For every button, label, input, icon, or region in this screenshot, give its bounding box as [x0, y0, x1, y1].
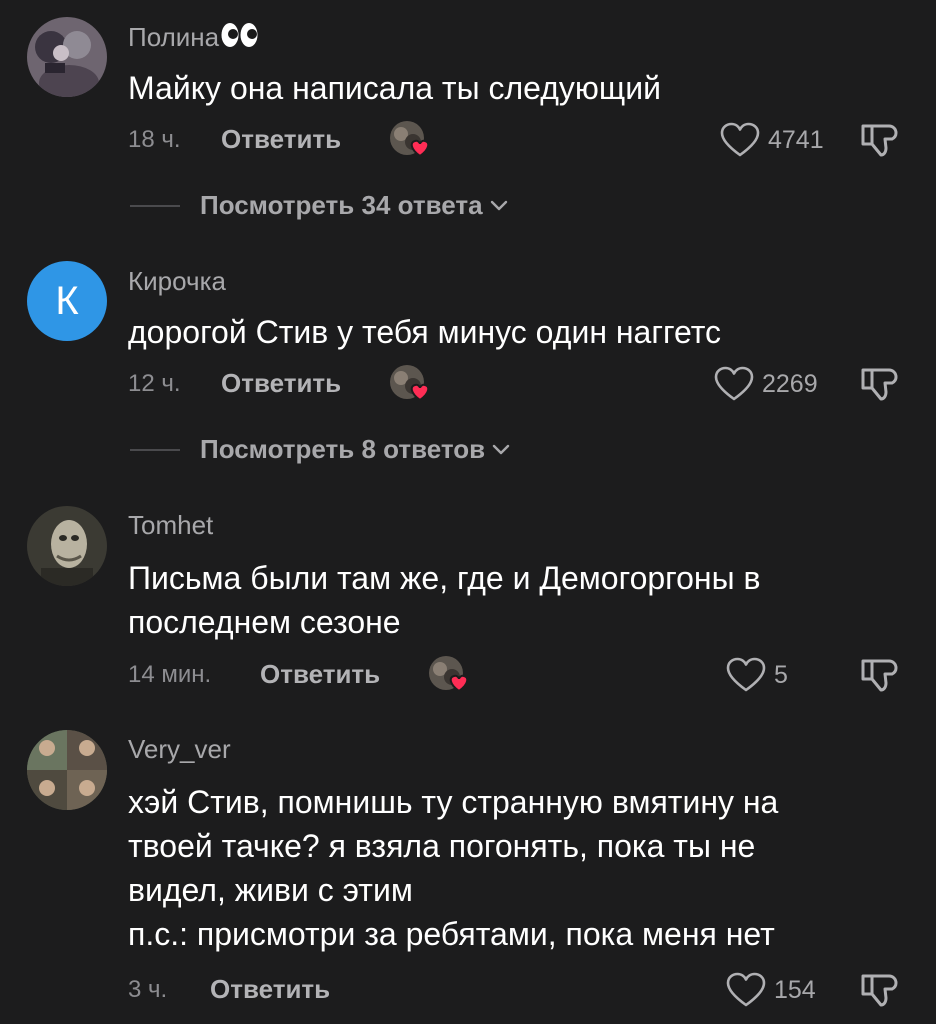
comment-username[interactable]: Полина [128, 22, 259, 55]
like-count: 5 [774, 660, 788, 689]
comment-username[interactable]: Very_ver [128, 734, 231, 765]
comment-username[interactable]: Кирочка [128, 266, 226, 297]
comment-text: хэй Стив, помнишь ту странную вмятину на… [128, 784, 779, 952]
view-replies-button[interactable]: Посмотреть 34 ответа [130, 190, 509, 221]
heart-outline-icon [714, 366, 754, 401]
comment-timestamp: 14 мин. [128, 661, 212, 688]
creator-liked-icon [388, 364, 434, 404]
user-avatar[interactable]: К [27, 261, 107, 341]
thumbs-down-icon [861, 974, 898, 1007]
thumbs-down-icon [861, 124, 898, 157]
like-button[interactable]: 2269 [714, 364, 818, 404]
dislike-button[interactable] [858, 655, 902, 695]
eyes-emoji-icon [221, 22, 259, 55]
heart-outline-icon [720, 122, 760, 157]
like-count: 4741 [768, 125, 824, 154]
heart-outline-icon [726, 657, 766, 692]
chevron-down-icon [490, 200, 507, 210]
comment-text: Письма были там же, где и Демогоргоны в … [128, 560, 761, 640]
like-button[interactable]: 5 [726, 655, 788, 695]
dislike-button[interactable] [858, 364, 902, 404]
like-button[interactable]: 4741 [720, 120, 824, 160]
reply-button[interactable]: Ответить [210, 974, 330, 1005]
comment-timestamp: 18 ч. [128, 126, 181, 153]
thumbs-down-icon [861, 659, 898, 692]
comment-timestamp: 3 ч. [128, 976, 168, 1003]
creator-liked-icon [388, 120, 434, 160]
comment-timestamp: 12 ч. [128, 370, 181, 397]
divider-line [130, 204, 180, 207]
reply-button[interactable]: Ответить [221, 124, 341, 155]
dislike-button[interactable] [858, 970, 902, 1010]
heart-outline-icon [726, 972, 766, 1007]
reply-button[interactable]: Ответить [260, 659, 380, 690]
user-avatar[interactable] [27, 506, 107, 586]
reply-button[interactable]: Ответить [221, 368, 341, 399]
comment-username[interactable]: Tomhet [128, 510, 213, 541]
dislike-button[interactable] [858, 120, 902, 160]
comment-text: Майку она написала ты следующий [128, 70, 661, 106]
user-avatar[interactable] [27, 730, 107, 810]
user-avatar[interactable] [27, 17, 107, 97]
thumbs-down-icon [861, 368, 898, 401]
chevron-down-icon [492, 444, 510, 454]
divider-line [130, 448, 180, 451]
like-count: 2269 [762, 369, 818, 398]
like-button[interactable]: 154 [726, 970, 816, 1010]
view-replies-button[interactable]: Посмотреть 8 ответов [130, 434, 511, 465]
creator-liked-icon [427, 655, 473, 695]
like-count: 154 [774, 975, 816, 1004]
comment-text: дорогой Стив у тебя минус один наггетс [128, 314, 722, 350]
